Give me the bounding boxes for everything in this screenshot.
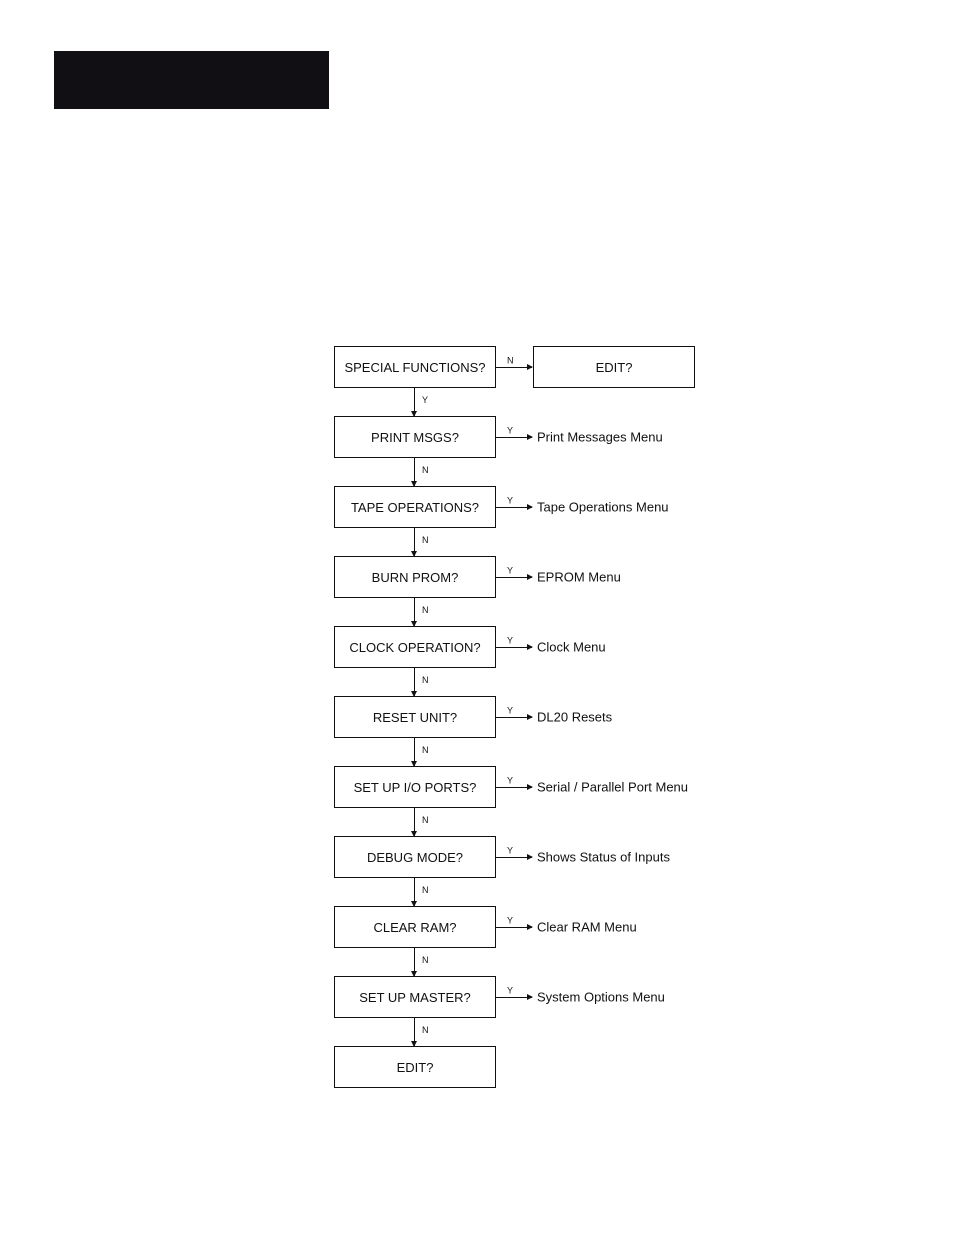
flow-down-label: N	[422, 465, 429, 475]
flow-right-label: Y	[507, 986, 513, 996]
flow-down-label: N	[422, 815, 429, 825]
flow-right-arrow	[496, 857, 532, 858]
flow-row: RESET UNIT? Y DL20 Resets N	[334, 696, 704, 738]
flow-down-arrow	[414, 528, 415, 556]
flow-right-arrow	[496, 647, 532, 648]
flow-right-arrow	[496, 577, 532, 578]
flow-right-box: EDIT?	[533, 346, 695, 388]
flow-down-arrow	[414, 388, 415, 416]
flow-box-label: EDIT?	[397, 1060, 434, 1075]
flow-row: SET UP MASTER? Y System Options Menu N	[334, 976, 704, 1018]
flow-right-text: Serial / Parallel Port Menu	[537, 780, 688, 795]
flow-row: SET UP I/O PORTS? Y Serial / Parallel Po…	[334, 766, 704, 808]
flow-box: CLEAR RAM?	[334, 906, 496, 948]
flow-right-text: DL20 Resets	[537, 710, 612, 725]
flow-down-label: N	[422, 1025, 429, 1035]
flow-right-arrow	[496, 507, 532, 508]
flow-right-arrow	[496, 997, 532, 998]
flow-right-label: Y	[507, 916, 513, 926]
flow-down-arrow	[414, 808, 415, 836]
flow-right-label: Y	[507, 496, 513, 506]
flow-box: SET UP MASTER?	[334, 976, 496, 1018]
flow-right-box-label: EDIT?	[596, 360, 633, 375]
flow-box: PRINT MSGS?	[334, 416, 496, 458]
flow-right-arrow	[496, 927, 532, 928]
flow-box-label: BURN PROM?	[372, 570, 459, 585]
flow-box: BURN PROM?	[334, 556, 496, 598]
flow-right-text: EPROM Menu	[537, 570, 621, 585]
flow-row: CLEAR RAM? Y Clear RAM Menu N	[334, 906, 704, 948]
flow-down-label: N	[422, 885, 429, 895]
flow-down-arrow	[414, 598, 415, 626]
flow-box: SPECIAL FUNCTIONS?	[334, 346, 496, 388]
flow-box: TAPE OPERATIONS?	[334, 486, 496, 528]
flow-box: EDIT?	[334, 1046, 496, 1088]
header-black-block	[54, 51, 329, 109]
flow-down-label: N	[422, 955, 429, 965]
flow-down-label: Y	[422, 395, 428, 405]
flow-right-text: Clock Menu	[537, 640, 606, 655]
flow-right-text: Clear RAM Menu	[537, 920, 637, 935]
flow-right-text: Print Messages Menu	[537, 430, 663, 445]
flow-box-label: TAPE OPERATIONS?	[351, 500, 479, 515]
flow-box-label: SET UP MASTER?	[359, 990, 471, 1005]
flow-box: SET UP I/O PORTS?	[334, 766, 496, 808]
flow-box-label: PRINT MSGS?	[371, 430, 459, 445]
flow-down-arrow	[414, 738, 415, 766]
flow-row: PRINT MSGS? Y Print Messages Menu N	[334, 416, 704, 458]
flow-box-label: SET UP I/O PORTS?	[354, 780, 477, 795]
flow-right-label: Y	[507, 636, 513, 646]
flow-box: CLOCK OPERATION?	[334, 626, 496, 668]
flow-row: SPECIAL FUNCTIONS? N EDIT? Y	[334, 346, 704, 388]
flow-right-label: Y	[507, 706, 513, 716]
flow-right-text: System Options Menu	[537, 990, 665, 1005]
flow-right-arrow	[496, 367, 532, 368]
flow-right-text: Tape Operations Menu	[537, 500, 669, 515]
flow-right-label: Y	[507, 776, 513, 786]
flow-box-label: CLOCK OPERATION?	[349, 640, 480, 655]
flow-right-label: Y	[507, 846, 513, 856]
flow-right-label: N	[507, 356, 514, 366]
flow-row: CLOCK OPERATION? Y Clock Menu N	[334, 626, 704, 668]
flow-row: BURN PROM? Y EPROM Menu N	[334, 556, 704, 598]
flow-box: RESET UNIT?	[334, 696, 496, 738]
flow-down-arrow	[414, 1018, 415, 1046]
flow-right-text: Shows Status of Inputs	[537, 850, 670, 865]
page: SPECIAL FUNCTIONS? N EDIT? Y PRINT MSGS?…	[0, 0, 954, 1235]
flow-box-label: SPECIAL FUNCTIONS?	[344, 360, 485, 375]
flow-box-label: RESET UNIT?	[373, 710, 457, 725]
flow-down-arrow	[414, 878, 415, 906]
flow-box-label: DEBUG MODE?	[367, 850, 463, 865]
flow-down-label: N	[422, 675, 429, 685]
flow-right-label: Y	[507, 426, 513, 436]
flow-down-label: N	[422, 605, 429, 615]
flow-down-arrow	[414, 948, 415, 976]
flow-right-arrow	[496, 437, 532, 438]
flow-row: EDIT?	[334, 1046, 704, 1088]
flow-right-arrow	[496, 717, 532, 718]
flow-row: DEBUG MODE? Y Shows Status of Inputs N	[334, 836, 704, 878]
flow-box-label: CLEAR RAM?	[373, 920, 456, 935]
flow-down-label: N	[422, 535, 429, 545]
flow-box: DEBUG MODE?	[334, 836, 496, 878]
flow-row: TAPE OPERATIONS? Y Tape Operations Menu …	[334, 486, 704, 528]
flow-right-label: Y	[507, 566, 513, 576]
flow-right-arrow	[496, 787, 532, 788]
flow-down-label: N	[422, 745, 429, 755]
flowchart: SPECIAL FUNCTIONS? N EDIT? Y PRINT MSGS?…	[334, 346, 704, 1088]
flow-down-arrow	[414, 458, 415, 486]
flow-down-arrow	[414, 668, 415, 696]
